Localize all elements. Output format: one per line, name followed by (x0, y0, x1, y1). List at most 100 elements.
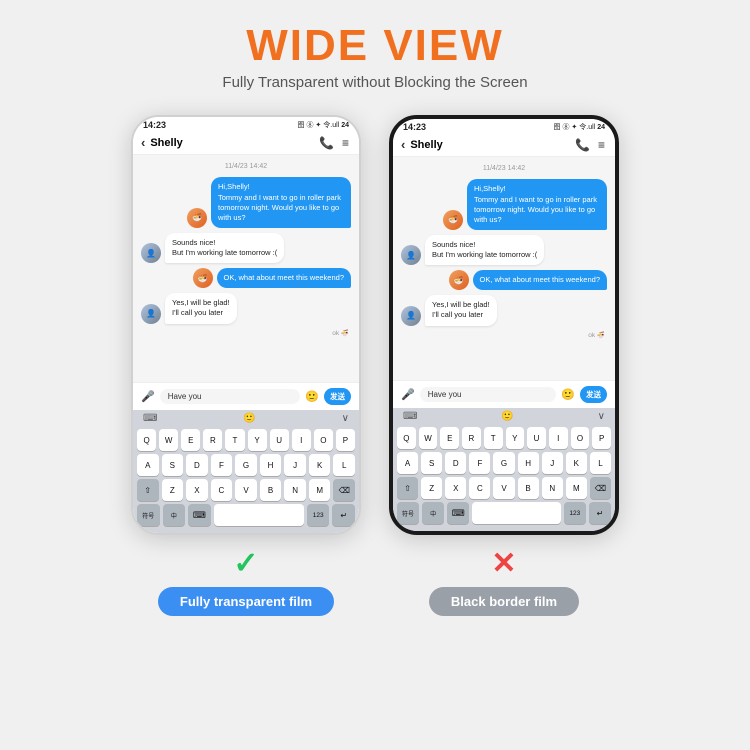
key-T-right[interactable]: T (484, 427, 503, 449)
chat-input-right[interactable]: Have you (420, 387, 557, 402)
key-V-left[interactable]: V (235, 479, 257, 501)
key-U-right[interactable]: U (527, 427, 546, 449)
key-Y-right[interactable]: Y (506, 427, 525, 449)
phone-icon-left[interactable]: 📞 (319, 136, 334, 150)
key-G-left[interactable]: G (235, 454, 257, 476)
key-mic2-left[interactable]: ⌨ (188, 504, 211, 526)
key-N-right[interactable]: N (542, 477, 563, 499)
key-J-right[interactable]: J (542, 452, 563, 474)
key-P-right[interactable]: P (592, 427, 611, 449)
back-icon-right[interactable]: ‹ (401, 137, 405, 152)
phone-left-wrap: 14:23 图 ⑧ ✦ 令.ull 24 ‹ Shelly 📞 ≡ (131, 115, 361, 616)
msg-sent-1-right: Hi,Shelly!Tommy and I want to go in roll… (401, 179, 607, 230)
key-A-right[interactable]: A (397, 452, 418, 474)
menu-icon-left[interactable]: ≡ (342, 136, 349, 150)
key-Q-left[interactable]: Q (137, 429, 156, 451)
key-M-left[interactable]: M (309, 479, 331, 501)
key-O-right[interactable]: O (571, 427, 590, 449)
chat-header-right-right-side: 📞 ≡ (575, 138, 605, 152)
key-G-right[interactable]: G (493, 452, 514, 474)
key-U-left[interactable]: U (270, 429, 289, 451)
kb-tool-1-right[interactable]: ⌨ (403, 411, 417, 422)
key-X-left[interactable]: X (186, 479, 208, 501)
key-K-left[interactable]: K (309, 454, 331, 476)
send-btn-right[interactable]: 发送 (580, 386, 607, 403)
kb-tool-3-right[interactable]: ∨ (598, 411, 605, 422)
key-A-left[interactable]: A (137, 454, 159, 476)
key-M-right[interactable]: M (566, 477, 587, 499)
key-del-right[interactable]: ⌫ (590, 477, 611, 499)
key-enter-right[interactable]: ↵ (589, 502, 611, 524)
key-H-left[interactable]: H (260, 454, 282, 476)
key-space-right[interactable] (472, 502, 560, 524)
key-D-right[interactable]: D (445, 452, 466, 474)
key-123-right[interactable]: 123 (564, 502, 586, 524)
key-C-left[interactable]: C (211, 479, 233, 501)
key-B-right[interactable]: B (518, 477, 539, 499)
kb-tool-2-right[interactable]: 🙂 (501, 411, 513, 422)
key-sym-left[interactable]: 符号 (137, 504, 160, 526)
kb-tool-3-left[interactable]: ∨ (342, 413, 349, 424)
key-cn-left[interactable]: 中 (163, 504, 186, 526)
key-T-left[interactable]: T (225, 429, 244, 451)
header: WIDE VIEW Fully Transparent without Bloc… (222, 22, 527, 91)
emoji-icon-left[interactable]: 🙂 (305, 390, 319, 403)
key-X-right[interactable]: X (445, 477, 466, 499)
kb-tool-1-left[interactable]: ⌨ (143, 413, 157, 424)
key-V-right[interactable]: V (493, 477, 514, 499)
key-N-left[interactable]: N (284, 479, 306, 501)
key-mic2-right[interactable]: ⌨ (447, 502, 469, 524)
key-S-left[interactable]: S (162, 454, 184, 476)
key-sym-right[interactable]: 符号 (397, 502, 419, 524)
key-E-left[interactable]: E (181, 429, 200, 451)
key-123-left[interactable]: 123 (307, 504, 330, 526)
key-S-right[interactable]: S (421, 452, 442, 474)
phones-row: 14:23 图 ⑧ ✦ 令.ull 24 ‹ Shelly 📞 ≡ (131, 115, 619, 616)
menu-icon-right[interactable]: ≡ (598, 138, 605, 152)
check-mark-left: ✓ (233, 549, 258, 579)
kb-tool-2-left[interactable]: 🙂 (243, 413, 255, 424)
mic-icon-right[interactable]: 🎤 (401, 388, 415, 401)
key-K-right[interactable]: K (566, 452, 587, 474)
key-Q-right[interactable]: Q (397, 427, 416, 449)
key-enter-left[interactable]: ↵ (332, 504, 355, 526)
avatar-recv-1-right: 👤 (401, 245, 421, 265)
emoji-icon-right[interactable]: 🙂 (561, 388, 575, 401)
bubble-sent-1-right: Hi,Shelly!Tommy and I want to go in roll… (467, 179, 607, 230)
key-Y-left[interactable]: Y (248, 429, 267, 451)
key-F-right[interactable]: F (469, 452, 490, 474)
key-space-left[interactable] (214, 504, 304, 526)
key-J-left[interactable]: J (284, 454, 306, 476)
key-Z-left[interactable]: Z (162, 479, 184, 501)
key-W-left[interactable]: W (159, 429, 178, 451)
key-shift-left[interactable]: ⇧ (137, 479, 159, 501)
chat-input-left[interactable]: Have you (160, 389, 301, 404)
key-F-left[interactable]: F (211, 454, 233, 476)
back-icon-left[interactable]: ‹ (141, 135, 145, 150)
bubble-sent-1-left: Hi,Shelly!Tommy and I want to go in roll… (211, 177, 351, 228)
key-L-right[interactable]: L (590, 452, 611, 474)
key-I-left[interactable]: I (292, 429, 311, 451)
key-B-left[interactable]: B (260, 479, 282, 501)
key-E-right[interactable]: E (440, 427, 459, 449)
phone-icon-right[interactable]: 📞 (575, 138, 590, 152)
send-btn-left[interactable]: 发送 (324, 388, 351, 405)
key-shift-right[interactable]: ⇧ (397, 477, 418, 499)
msg-sent-2-left: OK, what about meet this weekend? 🍜 (141, 268, 351, 288)
key-del-left[interactable]: ⌫ (333, 479, 355, 501)
key-L-left[interactable]: L (333, 454, 355, 476)
key-Z-right[interactable]: Z (421, 477, 442, 499)
keyboard-left: Q W E R T Y U I O P A S D (133, 427, 359, 533)
key-H-right[interactable]: H (518, 452, 539, 474)
key-O-left[interactable]: O (314, 429, 333, 451)
key-W-right[interactable]: W (419, 427, 438, 449)
key-P-left[interactable]: P (336, 429, 355, 451)
key-cn-right[interactable]: 中 (422, 502, 444, 524)
mic-icon-left[interactable]: 🎤 (141, 390, 155, 403)
key-D-left[interactable]: D (186, 454, 208, 476)
kb-row-2-left: A S D F G H J K L (137, 454, 355, 476)
key-C-right[interactable]: C (469, 477, 490, 499)
key-R-right[interactable]: R (462, 427, 481, 449)
key-I-right[interactable]: I (549, 427, 568, 449)
key-R-left[interactable]: R (203, 429, 222, 451)
